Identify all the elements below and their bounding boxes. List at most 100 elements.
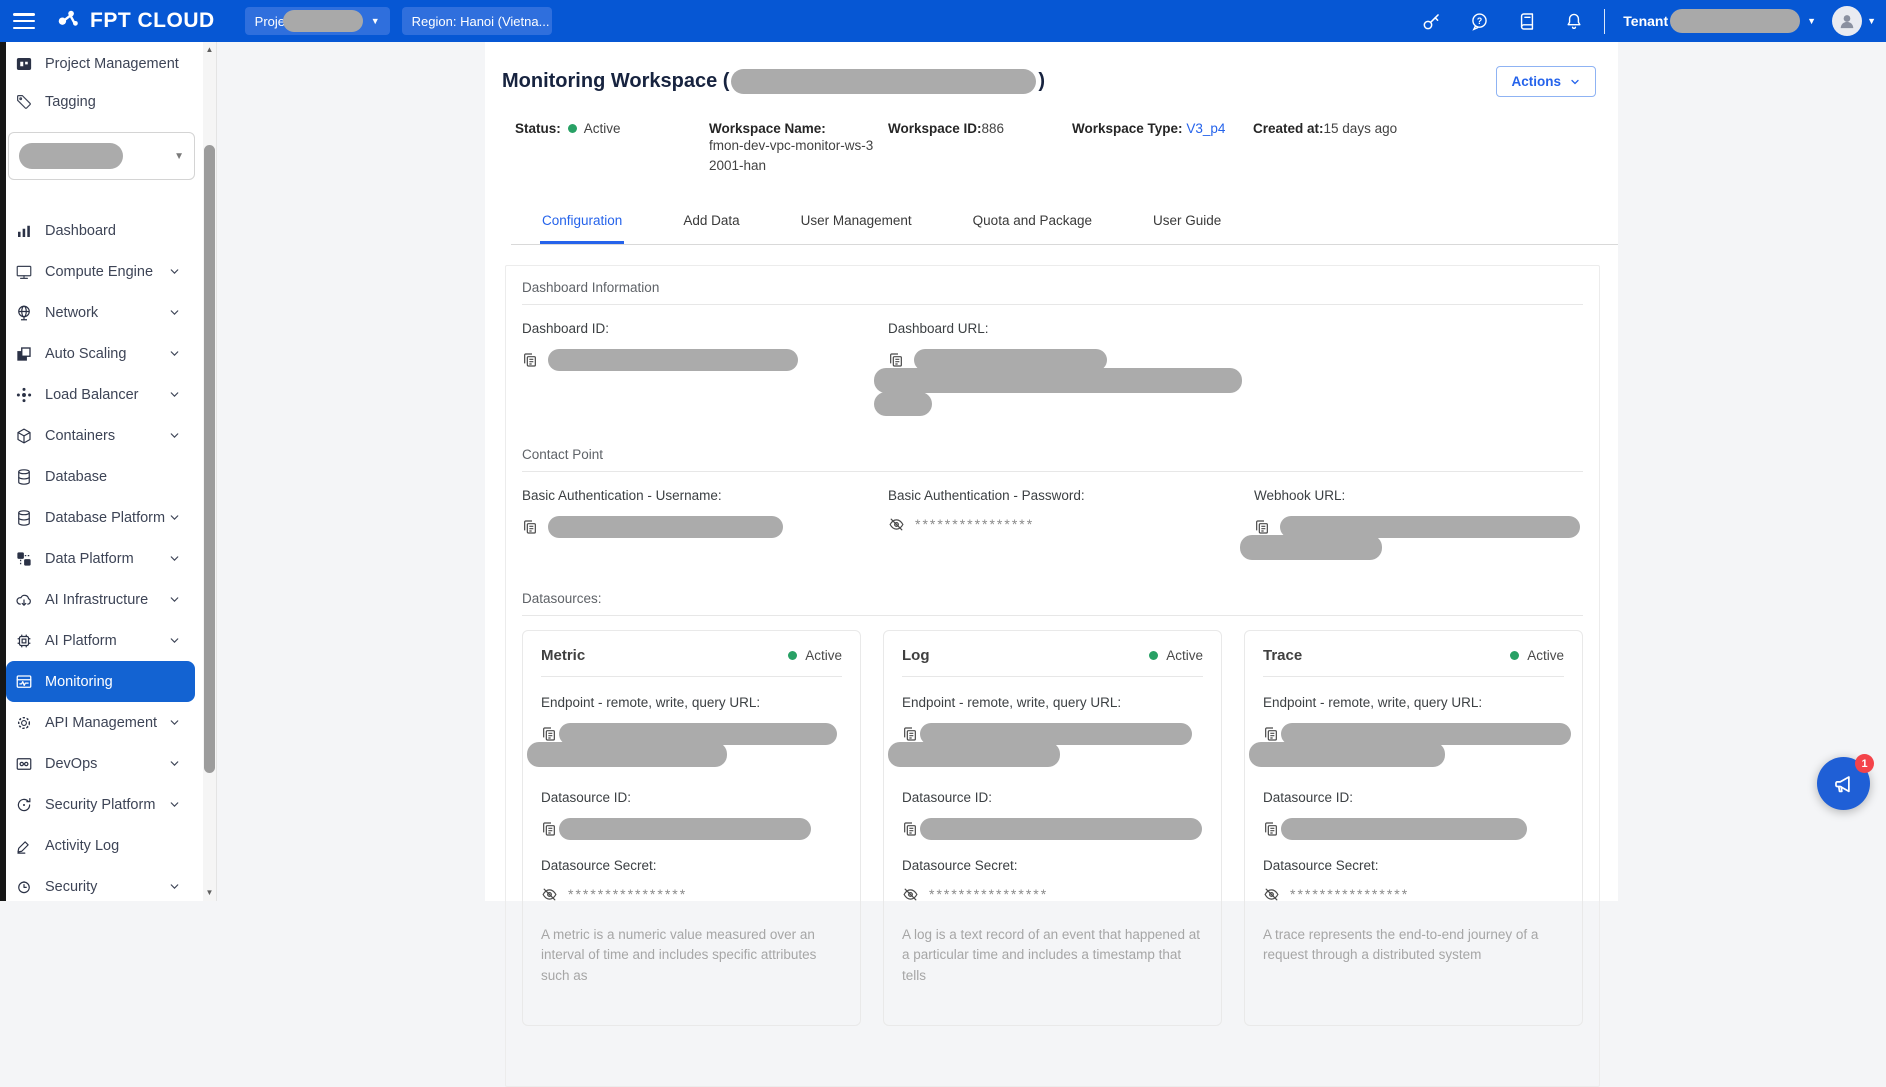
sidebar-project-dropdown[interactable]: ▼ [8,132,195,180]
sidebar-item-tagging[interactable]: Tagging [6,83,195,121]
sidebar-item-data-platform[interactable]: Data Platform [6,538,195,579]
datasource-id-label: Datasource ID: [541,790,842,805]
tab-user-management[interactable]: User Management [799,203,914,244]
copy-icon[interactable] [522,352,538,368]
copy-icon[interactable] [888,352,904,368]
configuration-panel: Dashboard Information Dashboard ID: Dash… [505,265,1600,1087]
datasource-name: Metric [541,647,585,664]
sidebar-item-containers[interactable]: Containers [6,415,195,456]
database-icon [14,508,33,527]
masked-password: **************** [915,516,1034,532]
workspace-type-value[interactable]: V3_p4 [1186,121,1225,136]
project-selector[interactable]: Proje ▼ [245,7,390,35]
datasource-id-label: Datasource ID: [902,790,1203,805]
redacted-endpoint-url [1249,742,1445,767]
eye-off-icon[interactable] [902,886,919,903]
sidebar-item-compute-engine[interactable]: Compute Engine [6,251,195,292]
status-active-dot [788,651,797,660]
region-selector[interactable]: Region: Hanoi (Vietna... ▼ [402,7,552,35]
chevron-down-icon [168,593,181,606]
menu-hamburger-icon[interactable] [13,13,35,29]
datasource-name: Log [902,647,930,664]
copy-icon[interactable] [1254,519,1270,535]
scroll-up-arrow-icon[interactable]: ▲ [203,44,216,56]
sidebar-item-dashboard[interactable]: Dashboard [6,210,195,251]
datasource-description: A trace represents the end-to-end journe… [1263,925,1564,967]
sidebar-item-label: API Management [45,715,157,731]
user-avatar[interactable] [1832,6,1862,36]
sidebar-item-monitoring[interactable]: Monitoring [6,661,195,702]
tab-user-guide[interactable]: User Guide [1151,203,1223,244]
sidebar-item-database[interactable]: Database [6,456,195,497]
sidebar-item-ai-platform[interactable]: AI Platform [6,620,195,661]
eye-off-icon[interactable] [888,516,905,533]
sidebar-item-label: Compute Engine [45,264,153,280]
api-key-icon[interactable] [1421,11,1442,32]
contact-point-section: Contact Point Basic Authentication - Use… [522,447,1583,565]
sidebar-item-label: Monitoring [45,674,113,690]
copy-icon[interactable] [902,726,918,742]
redacted-tenant-name [1670,9,1800,33]
region-selector-label: Region: Hanoi (Vietna... [412,14,550,29]
documentation-icon[interactable] [1517,11,1537,32]
workspace-id-value: 886 [982,121,1005,136]
sidebar-item-project-management[interactable]: Project Management [6,45,195,83]
status-active-dot [1510,651,1519,660]
notifications-bell-icon[interactable] [1564,11,1584,32]
sidebar-item-activity-log[interactable]: Activity Log [6,825,195,866]
eye-off-icon[interactable] [541,886,558,903]
copy-icon[interactable] [541,726,557,742]
help-icon[interactable]: ? [1469,11,1490,32]
workspace-meta-row: Status: Active Workspace Name:fmon-dev-v… [515,121,1618,177]
sidebar-item-security-platform[interactable]: Security Platform [6,784,195,825]
sidebar-item-network[interactable]: Network [6,292,195,333]
sidebar-item-label: Project Management [45,56,179,72]
sidebar-item-ai-infrastructure[interactable]: AI Infrastructure [6,579,195,620]
redacted-webhook-url [1240,535,1382,560]
endpoint-url-label: Endpoint - remote, write, query URL: [1263,695,1564,710]
cloud-arrow-icon [14,590,33,609]
tab-configuration[interactable]: Configuration [540,203,624,244]
tenant-label: Tenant [1623,13,1668,29]
endpoint-url-label: Endpoint - remote, write, query URL: [902,695,1203,710]
sidebar-item-api-management[interactable]: API Management [6,702,195,743]
globe-icon [14,303,33,322]
eye-off-icon[interactable] [1263,886,1280,903]
sidebar-item-auto-scaling[interactable]: Auto Scaling [6,333,195,374]
copy-icon[interactable] [522,519,538,535]
pen-signature-icon [14,836,33,855]
scrollbar-thumb[interactable] [204,145,215,773]
tenant-selector[interactable]: Tenant ▼ [1623,9,1816,33]
sidebar-item-load-balancer[interactable]: Load Balancer [6,374,195,415]
announcements-fab[interactable]: 1 [1817,757,1870,810]
chevron-down-icon [168,388,181,401]
scroll-down-arrow-icon[interactable]: ▼ [203,887,216,899]
redacted-datasource-id [1281,818,1527,840]
logo-text: FPT CLOUD [90,9,215,33]
status-active-dot [568,124,577,133]
chevron-down-icon [168,880,181,893]
sidebar-item-label: Security Platform [45,797,155,813]
status-label: Status: [515,121,561,136]
tab-add-data[interactable]: Add Data [681,203,741,244]
redacted-dashboard-url [874,392,932,416]
copy-icon[interactable] [1263,726,1279,742]
sidebar-item-devops[interactable]: DevOps [6,743,195,784]
sidebar-item-label: AI Platform [45,633,117,649]
actions-button[interactable]: Actions [1496,66,1596,97]
sidebar-item-label: Activity Log [45,838,119,854]
sidebar-item-database-platform[interactable]: Database Platform [6,497,195,538]
chevron-down-icon [168,634,181,647]
created-at-label: Created at: [1253,121,1324,136]
redacted-workspace-title [731,69,1036,94]
copy-icon[interactable] [1263,821,1279,837]
sidebar-item-label: Containers [45,428,115,444]
tab-quota-and-package[interactable]: Quota and Package [971,203,1094,244]
copy-icon[interactable] [541,821,557,837]
chevron-down-icon [168,347,181,360]
copy-icon[interactable] [902,821,918,837]
fpt-cloud-logo[interactable]: FPT CLOUD [57,6,215,37]
sidebar-scrollbar[interactable]: ▲ ▼ [203,42,216,901]
dashboard-information-section: Dashboard Information Dashboard ID: Dash… [522,280,1583,421]
chevron-down-icon[interactable]: ▼ [1867,17,1876,26]
